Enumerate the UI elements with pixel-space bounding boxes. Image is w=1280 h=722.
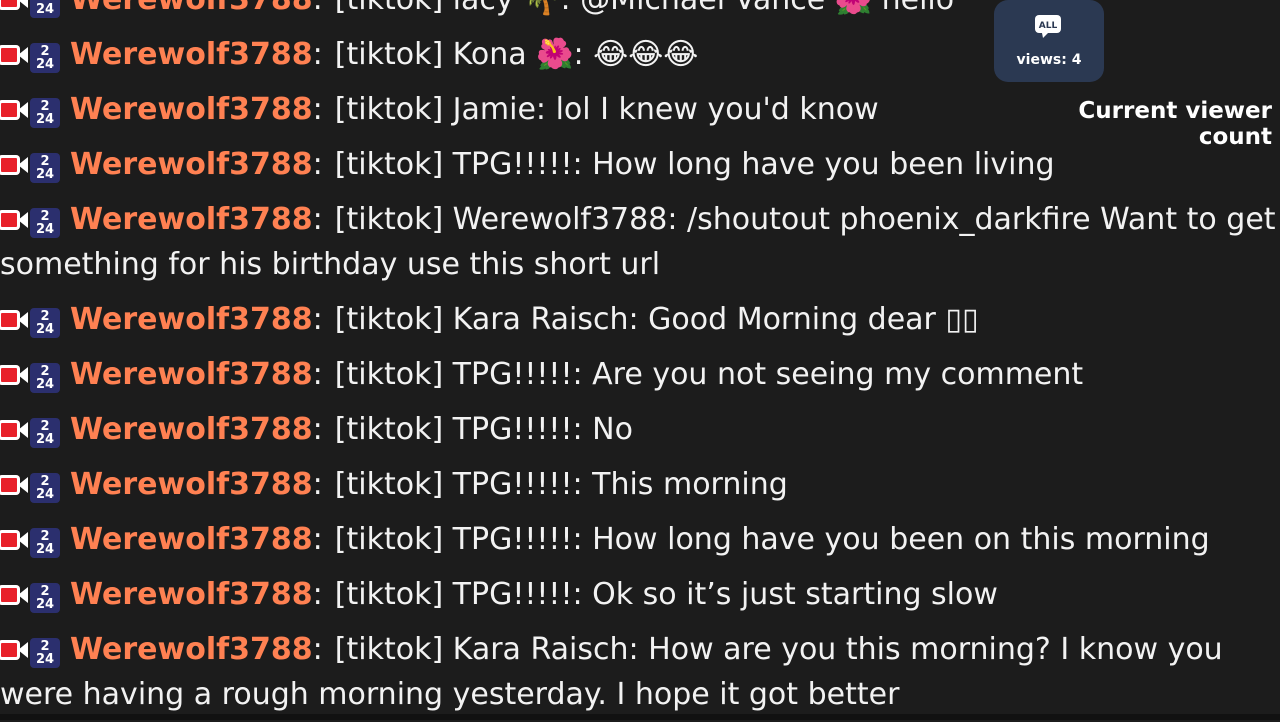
chat-text: [tiktok] lacy 🌴: @Michael Vance 🌺 hello — [335, 0, 954, 17]
chat-username[interactable]: Werewolf3788 — [70, 0, 313, 17]
chat-text: [tiktok] TPG!!!!!: Ok so it’s just start… — [334, 577, 998, 612]
live-camera-icon — [0, 582, 28, 608]
live-camera-icon — [0, 362, 28, 388]
chat-separator: : — [313, 0, 323, 17]
chat-username[interactable]: Werewolf3788 — [70, 632, 313, 667]
bottom-divider — [0, 714, 1280, 720]
chat-separator: : — [312, 202, 323, 237]
badge-24-icon: 224 — [30, 528, 60, 558]
chat-username[interactable]: Werewolf3788 — [70, 577, 313, 612]
chat-username[interactable]: Werewolf3788 — [70, 522, 313, 557]
viewer-count-widget[interactable]: ALL views: 4 — [994, 0, 1104, 82]
live-camera-icon — [0, 637, 28, 663]
live-camera-icon — [0, 527, 28, 553]
live-camera-icon — [0, 0, 28, 13]
chat-message: 2 24 Werewolf3788: [tiktok] TPG!!!!!: This … — [0, 457, 1280, 512]
badge-24-icon: 224 — [30, 0, 60, 18]
chat-message: 2 24 Werewolf3788: [tiktok] TPG!!!!!: How l… — [0, 512, 1280, 567]
chat-username[interactable]: Werewolf3788 — [70, 37, 313, 72]
chat-text: [tiktok] TPG!!!!!: This morning — [334, 467, 788, 502]
chat-message: 2 24 Werewolf3788: [tiktok] Werewolf3788: /… — [0, 192, 1280, 292]
live-camera-icon — [0, 152, 28, 178]
chat-separator: : — [312, 467, 323, 502]
chat-message: 2 24 Werewolf3788: [tiktok] Kara Raisch: Ho… — [0, 622, 1280, 722]
chat-message: 2 24 Werewolf3788: [tiktok] Kara Raisch: Go… — [0, 292, 1280, 347]
chat-text: [tiktok] TPG!!!!!: Are you not seeing my… — [334, 357, 1084, 392]
chat-all-icon-label: ALL — [1039, 21, 1058, 31]
chat-text: [tiktok] Kara Raisch: Good Morning dear … — [334, 302, 979, 337]
chat-separator: : — [312, 357, 323, 392]
chat-separator: : — [312, 147, 323, 182]
chat-text: [tiktok] TPG!!!!!: No — [334, 412, 633, 447]
badge-24-icon: 224 — [30, 583, 60, 613]
badge-24-icon: 224 — [30, 98, 60, 128]
chat-separator: : — [312, 302, 323, 337]
badge-24-icon: 224 — [30, 363, 60, 393]
badge-24-icon: 224 — [30, 208, 60, 238]
chat-all-icon: ALL — [1035, 15, 1061, 38]
live-camera-icon — [0, 42, 28, 68]
badge-24-icon: 224 — [30, 418, 60, 448]
chat-separator: : — [312, 632, 323, 667]
chat-message: 2 24 Werewolf3788: [tiktok] TPG!!!!!: No — [0, 402, 1280, 457]
chat-text: [tiktok] Jamie: lol I knew you'd know — [334, 92, 879, 127]
chat-username[interactable]: Werewolf3788 — [70, 147, 313, 182]
badge-24-icon: 224 — [30, 308, 60, 338]
live-camera-icon — [0, 417, 28, 443]
chat-separator: : — [312, 412, 323, 447]
chat-separator: : — [312, 577, 323, 612]
badge-24-icon: 224 — [30, 638, 60, 668]
live-camera-icon — [0, 307, 28, 333]
badge-24-icon: 224 — [30, 43, 60, 73]
chat-username[interactable]: Werewolf3788 — [70, 302, 313, 337]
chat-username[interactable]: Werewolf3788 — [70, 412, 313, 447]
chat-username[interactable]: Werewolf3788 — [70, 92, 313, 127]
chat-separator: : — [312, 92, 323, 127]
chat-text: [tiktok] TPG!!!!!: How long have you bee… — [334, 522, 1210, 557]
viewer-count-text: views: 4 — [1016, 52, 1082, 68]
live-camera-icon — [0, 97, 28, 123]
live-camera-icon — [0, 207, 28, 233]
chat-text: [tiktok] Kona 🌺: 😂😂😂 — [334, 37, 699, 72]
chat-separator: : — [312, 522, 323, 557]
chat-message: 2 24 Werewolf3788: [tiktok] TPG!!!!!: Are y… — [0, 347, 1280, 402]
chat-separator: : — [312, 37, 323, 72]
viewer-count-caption: Current viewer count — [1078, 98, 1272, 150]
chat-message: 2 24 Werewolf3788: [tiktok] TPG!!!!!: Ok so… — [0, 567, 1280, 622]
chat-username[interactable]: Werewolf3788 — [70, 357, 313, 392]
live-camera-icon — [0, 472, 28, 498]
badge-24-icon: 224 — [30, 473, 60, 503]
chat-username[interactable]: Werewolf3788 — [70, 467, 313, 502]
badge-24-icon: 224 — [30, 153, 60, 183]
chat-text: [tiktok] TPG!!!!!: How long have you bee… — [334, 147, 1055, 182]
chat-username[interactable]: Werewolf3788 — [70, 202, 313, 237]
